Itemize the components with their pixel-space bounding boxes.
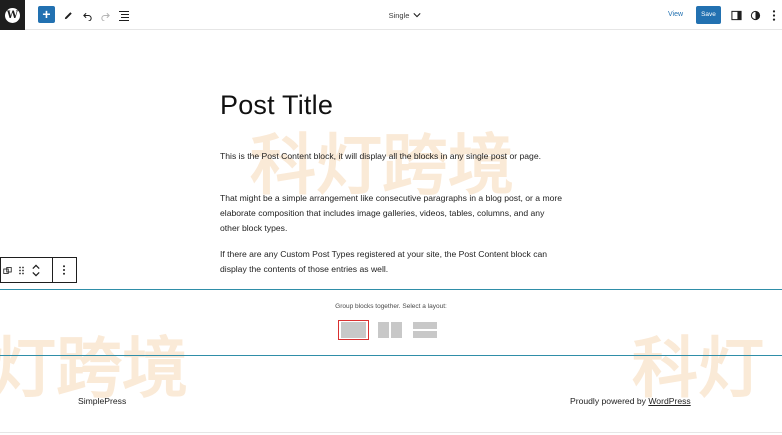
- block-transform-button[interactable]: [1, 258, 14, 282]
- options-menu-button[interactable]: [766, 6, 782, 24]
- save-button[interactable]: Save: [696, 6, 721, 24]
- undo-button[interactable]: [79, 6, 95, 24]
- layout-row-icon: [377, 322, 389, 338]
- undo-icon: [82, 12, 92, 21]
- drag-handle[interactable]: [14, 258, 28, 282]
- post-title[interactable]: Post Title: [220, 90, 333, 121]
- group-layout-prompt: Group blocks together. Select a layout:: [335, 303, 447, 310]
- redo-button[interactable]: [97, 6, 113, 24]
- chevron-down-icon[interactable]: [32, 271, 40, 277]
- add-block-button[interactable]: +: [38, 6, 55, 23]
- pencil-icon: [64, 11, 72, 19]
- bottom-divider: [0, 432, 782, 433]
- chevron-down-icon: [413, 13, 422, 18]
- settings-sidebar-toggle[interactable]: [728, 6, 744, 24]
- block-options-button[interactable]: [53, 258, 76, 282]
- drag-handle-icon: [19, 266, 24, 274]
- post-content-paragraph[interactable]: That might be a simple arrangement like …: [220, 191, 565, 236]
- template-title-dropdown[interactable]: Single: [360, 0, 450, 30]
- layout-row-icon: [390, 322, 402, 338]
- block-toolbar: [0, 257, 77, 283]
- document-overview-button[interactable]: [116, 6, 132, 24]
- contrast-icon: [750, 10, 760, 20]
- edit-tool-button[interactable]: [60, 6, 76, 24]
- styles-button[interactable]: [747, 6, 763, 24]
- site-title[interactable]: SimplePress: [78, 396, 126, 406]
- sidebar-icon: [730, 10, 742, 20]
- layout-option-row[interactable]: [377, 320, 402, 340]
- redo-icon: [100, 12, 110, 21]
- chevron-up-icon[interactable]: [32, 264, 40, 270]
- group-block-placeholder[interactable]: Group blocks together. Select a layout:: [0, 289, 782, 356]
- group-icon: [3, 266, 12, 274]
- footer-credit: Proudly powered by WordPress: [570, 396, 691, 406]
- move-block-buttons[interactable]: [29, 258, 43, 282]
- layout-stack-icon: [412, 331, 437, 338]
- wordpress-icon: W: [5, 7, 20, 23]
- post-content-paragraph[interactable]: If there are any Custom Post Types regis…: [220, 247, 565, 277]
- more-vertical-icon: [772, 9, 776, 21]
- layout-stack-icon: [412, 322, 437, 329]
- template-title-text: Single: [388, 10, 410, 20]
- wordpress-link[interactable]: WordPress: [648, 396, 690, 406]
- credit-prefix: Proudly powered by: [570, 396, 649, 406]
- layout-option-group[interactable]: [338, 320, 369, 340]
- wordpress-logo-button[interactable]: W: [0, 0, 25, 30]
- more-vertical-icon: [63, 265, 66, 275]
- post-content-paragraph[interactable]: This is the Post Content block, it will …: [220, 149, 565, 164]
- view-button[interactable]: View: [668, 0, 683, 30]
- editor-top-toolbar: W + Single View Save: [0, 0, 782, 30]
- list-view-icon: [119, 10, 129, 21]
- layout-group-icon: [341, 322, 366, 338]
- layout-option-stack[interactable]: [412, 320, 437, 340]
